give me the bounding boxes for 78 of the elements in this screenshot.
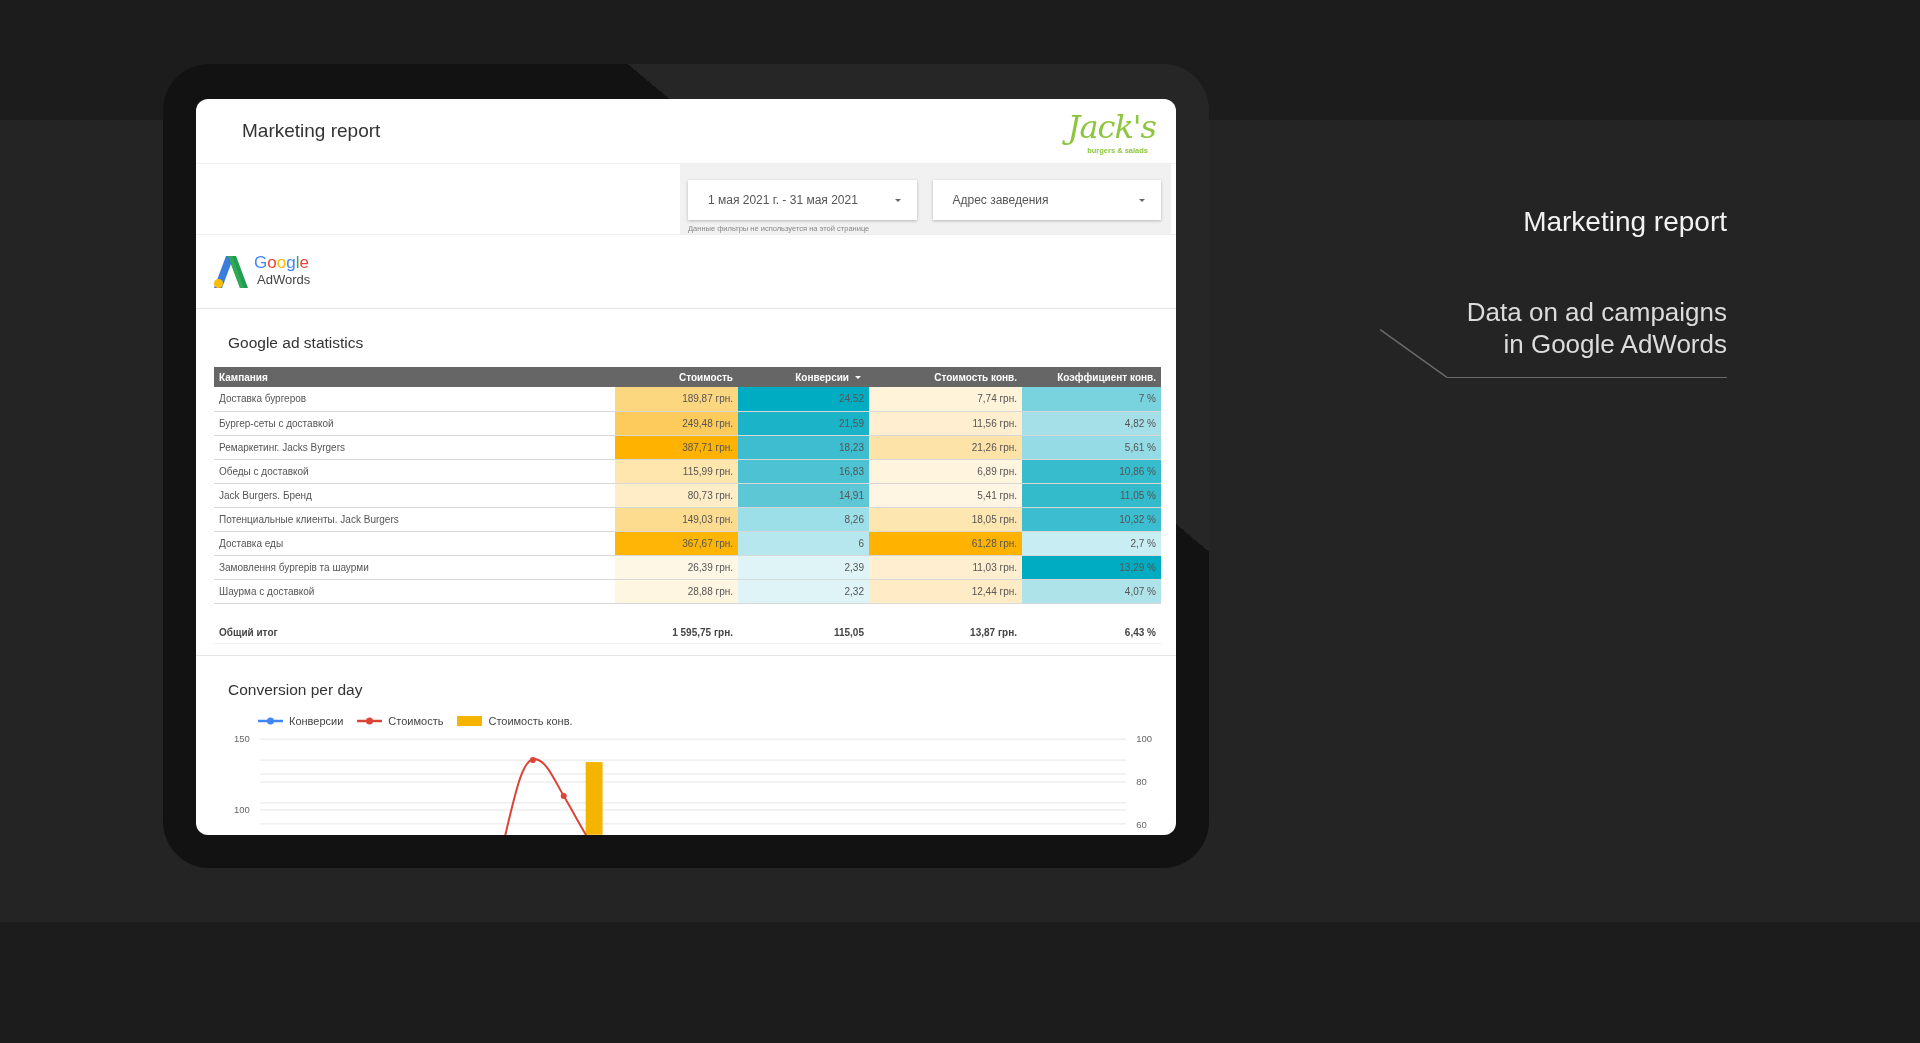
table-cell: 12,44 грн. <box>869 579 1022 603</box>
logo-icon <box>214 255 248 288</box>
table-cell: 7,74 грн. <box>869 387 1022 411</box>
table-cell: 21,59 <box>738 411 869 435</box>
table-cell: 61,28 грн. <box>869 531 1022 555</box>
report-title: Marketing report <box>242 120 381 142</box>
legend-label: Стоимость конв. <box>488 715 573 728</box>
table-cell: 18,23 <box>738 435 869 459</box>
column-header[interactable]: Коэффициент конв. <box>1022 367 1161 387</box>
table-cell: 13,29 % <box>1022 555 1161 579</box>
table-cell: Шаурма с доставкой <box>214 579 615 603</box>
table-cell: Замовлення бургерів та шаурми <box>214 555 615 579</box>
section-title: Google ad statistics <box>228 334 364 352</box>
table-cell: 5,61 % <box>1022 435 1161 459</box>
table-cell: 189,87 грн. <box>615 387 738 411</box>
total-cell: 115,05 <box>738 603 869 643</box>
table-cell: 7 % <box>1022 387 1161 411</box>
logo-wordmark: Jack's <box>1063 107 1162 146</box>
table-cell: 11,05 % <box>1022 483 1161 507</box>
caret-icon <box>894 198 901 202</box>
total-cell: 1 595,75 грн. <box>615 603 738 643</box>
column-header[interactable]: Конверсии <box>738 367 869 387</box>
legend-label: Конверсии <box>289 715 344 728</box>
table-cell: 387,71 грн. <box>615 435 738 459</box>
table-cell: 149,03 грн. <box>615 507 738 531</box>
logo-subtext: AdWords <box>257 271 311 287</box>
table-cell: 8,26 <box>738 507 869 531</box>
table-cell: 367,67 грн. <box>615 531 738 555</box>
table-cell: 21,26 грн. <box>869 435 1022 459</box>
caret-icon <box>1139 198 1145 202</box>
table-cell: 26,39 грн. <box>615 555 738 579</box>
table-cell: 4,82 % <box>1022 411 1161 435</box>
table-cell: 2,7 % <box>1022 531 1161 555</box>
axis-label: 60 <box>1136 819 1147 831</box>
table-cell: 6 <box>738 531 869 555</box>
logo-text: Google <box>254 252 310 272</box>
table-cell: 4,07 % <box>1022 579 1161 603</box>
table-cell: Доставка бургеров <box>214 387 615 411</box>
caret-icon <box>855 376 861 380</box>
page-subtitle: Data on ad campaigns in Google AdWords <box>1447 296 1727 378</box>
table-cell: 24,52 <box>738 387 869 411</box>
axis-label: 150 <box>233 733 250 745</box>
table-cell: Потенциальные клиенты. Jack Burgers <box>214 507 615 531</box>
table-cell: 115,99 грн. <box>615 459 738 483</box>
table-cell: 11,03 грн. <box>869 555 1022 579</box>
leader-line <box>1380 329 1447 378</box>
table-cell: 2,32 <box>738 579 869 603</box>
column-header[interactable]: Стоимость <box>615 367 738 387</box>
table-cell: 80,73 грн. <box>615 483 738 507</box>
page-title: Marketing report <box>1523 206 1727 238</box>
table-cell: Jack Burgers. Бренд <box>214 483 615 507</box>
table-cell: 11,56 грн. <box>869 411 1022 435</box>
total-cell: 6,43 % <box>1022 603 1161 643</box>
table-cell: 14,91 <box>738 483 869 507</box>
table-cell: 249,48 грн. <box>615 411 738 435</box>
column-header[interactable]: Кампания <box>214 367 615 387</box>
filter-dropdown[interactable]: 1 мая 2021 г. - 31 мая 2021 <box>688 180 917 220</box>
table-cell: 16,83 <box>738 459 869 483</box>
axis-label: 80 <box>1136 776 1147 788</box>
filter-dropdown[interactable]: Адрес заведения <box>932 180 1161 220</box>
axis-label: 100 <box>1136 733 1153 745</box>
table-cell: 28,88 грн. <box>615 579 738 603</box>
table-cell: Доставка еды <box>214 531 615 555</box>
table-cell: Обеды с доставкой <box>214 459 615 483</box>
table-cell: 6,89 грн. <box>869 459 1022 483</box>
table-cell: 10,32 % <box>1022 507 1161 531</box>
legend-label: Стоимость <box>388 715 444 728</box>
table-cell: 18,05 грн. <box>869 507 1022 531</box>
total-cell: 13,87 грн. <box>869 603 1022 643</box>
table-cell: 10,86 % <box>1022 459 1161 483</box>
table-cell: 5,41 грн. <box>869 483 1022 507</box>
table-cell: 2,39 <box>738 555 869 579</box>
total-cell: Общий итог <box>214 603 615 643</box>
section-title: Conversion per day <box>228 680 363 699</box>
column-header[interactable]: Стоимость конв. <box>869 367 1022 387</box>
table-cell: Ремаркетинг. Jacks Byrgers <box>214 435 615 459</box>
table-cell: Бургер-сеты с доставкой <box>214 411 615 435</box>
axis-label: 100 <box>233 804 250 816</box>
